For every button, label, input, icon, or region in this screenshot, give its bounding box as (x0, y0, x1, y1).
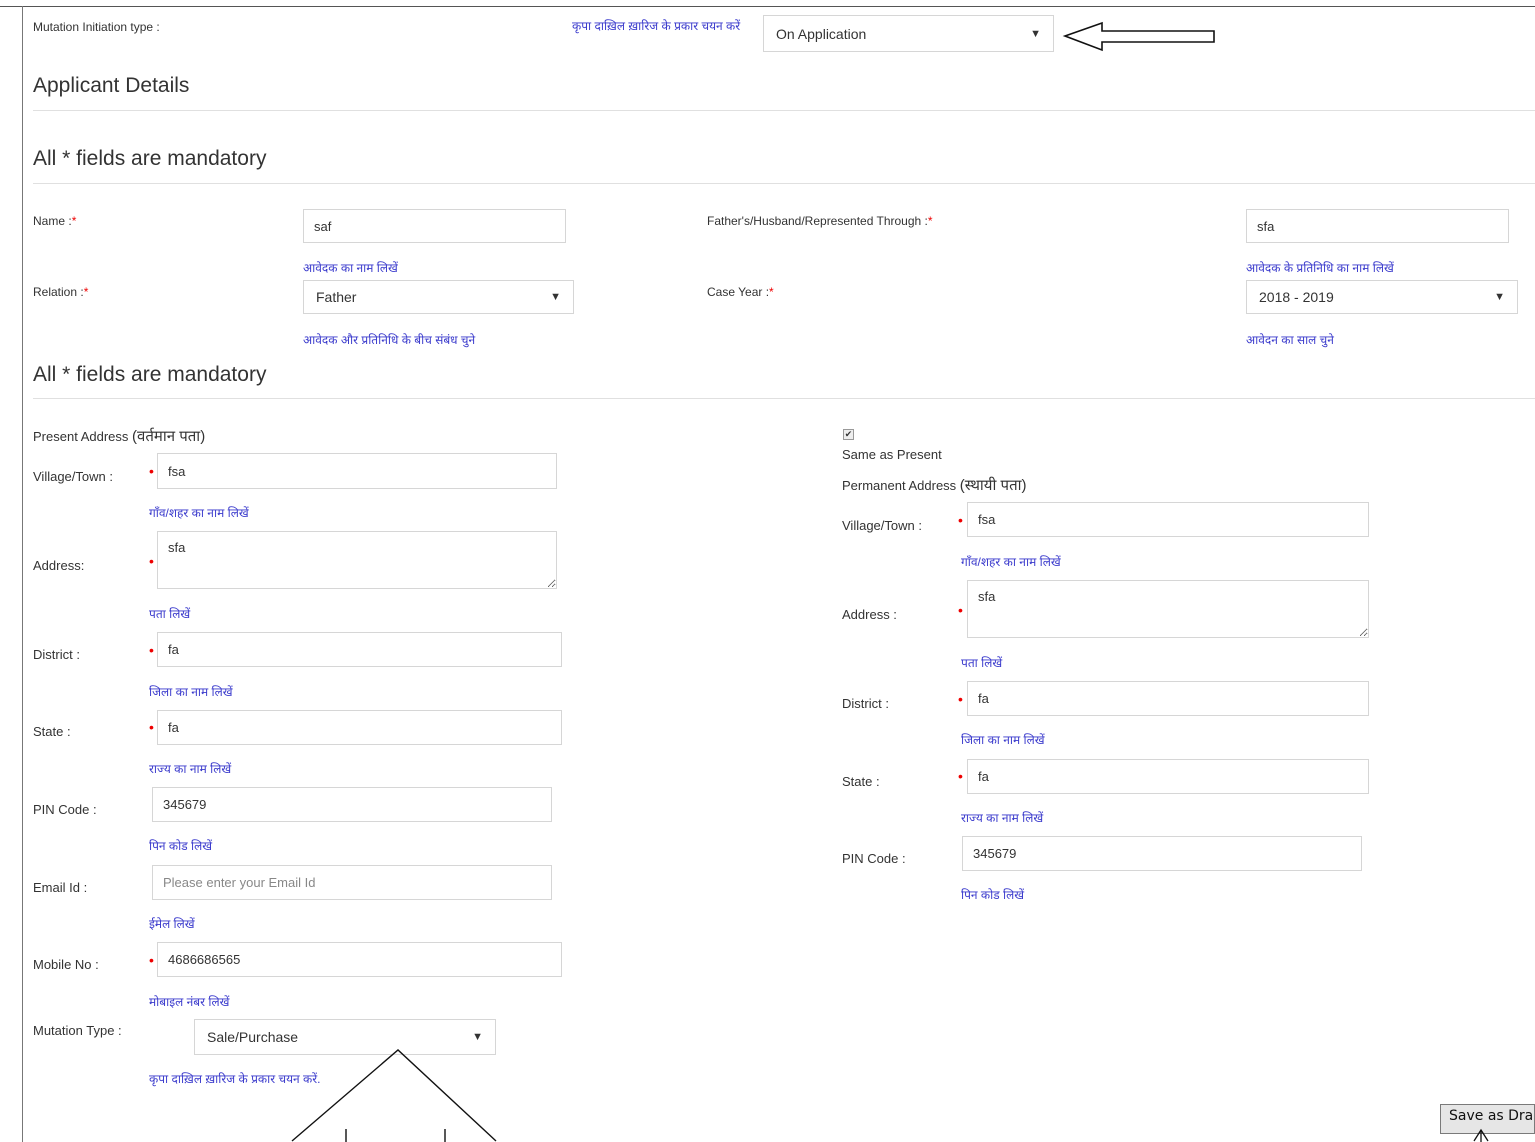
chevron-down-icon: ▼ (1030, 27, 1041, 40)
mutation-type-value: Sale/Purchase (207, 1029, 299, 1045)
required-dot: • (958, 602, 963, 618)
mandatory-note-2: All * fields are mandatory (33, 363, 267, 386)
required-dot: • (958, 512, 963, 528)
permanent-village-input[interactable] (967, 502, 1369, 537)
required-dot: • (149, 642, 154, 658)
permanent-address-hint: पता लिखें (961, 656, 1003, 670)
permanent-pin-hint: पिन कोड लिखें (961, 888, 1025, 902)
present-village-hint: गाँव/शहर का नाम लिखें (149, 506, 249, 520)
permanent-village-hint: गाँव/शहर का नाम लिखें (961, 555, 1061, 569)
relation-value: Father (316, 289, 357, 305)
present-address-textarea[interactable]: sfa (157, 531, 557, 589)
father-input[interactable] (1246, 209, 1509, 243)
permanent-pin-label: PIN Code : (842, 851, 906, 866)
present-address-heading: Present Address (वर्तमान पता) (33, 428, 206, 445)
same-as-present-label: Same as Present (842, 447, 942, 462)
email-input[interactable] (152, 865, 552, 900)
same-as-present-checkbox[interactable]: ✔ (843, 429, 854, 440)
chevron-down-icon: ▼ (1494, 291, 1505, 303)
required-dot: • (149, 463, 154, 479)
permanent-state-hint: राज्य का नाम लिखें (961, 811, 1044, 825)
mobile-input[interactable] (157, 942, 562, 977)
present-state-input[interactable] (157, 710, 562, 745)
divider (33, 183, 1535, 184)
divider (33, 398, 1535, 399)
permanent-village-label: Village/Town : (842, 518, 922, 533)
email-label: Email Id : (33, 880, 88, 895)
present-address-label: Address: (33, 558, 85, 573)
case-year-label: Case Year :* (707, 285, 774, 299)
relation-label: Relation :* (33, 285, 89, 299)
present-state-label: State : (33, 724, 71, 739)
required-dot: • (149, 952, 154, 968)
email-hint: ईमेल लिखें (149, 917, 195, 931)
name-hint: आवेदक का नाम लिखें (303, 261, 398, 275)
chevron-down-icon: ▼ (550, 291, 561, 303)
permanent-district-hint: जिला का नाम लिखें (961, 733, 1045, 747)
mutation-initiation-select[interactable]: On Application ▼ (763, 15, 1054, 52)
up-arrow-annotation (291, 1049, 497, 1142)
permanent-address-label: Address : (842, 607, 897, 622)
permanent-pin-input[interactable] (962, 836, 1362, 871)
mutation-initiation-hint: कृपा दाख़िल ख़ारिज के प्रकार चयन करें (572, 19, 741, 33)
relation-select[interactable]: Father ▼ (303, 280, 574, 314)
case-year-hint: आवेदन का साल चुने (1246, 333, 1334, 347)
present-state-hint: राज्य का नाम लिखें (149, 762, 232, 776)
required-dot: • (958, 691, 963, 707)
mutation-type-label: Mutation Type : (33, 1023, 122, 1038)
present-pin-input[interactable] (152, 787, 552, 822)
top-border (0, 6, 1535, 7)
required-dot: • (958, 768, 963, 784)
chevron-down-icon: ▼ (472, 1031, 483, 1043)
divider (33, 110, 1535, 111)
applicant-details-heading: Applicant Details (33, 74, 190, 97)
relation-hint: आवेदक और प्रतिनिधि के बीच संबंध चुने (303, 333, 476, 347)
mobile-label: Mobile No : (33, 957, 99, 972)
present-address-hint: पता लिखें (149, 607, 191, 621)
present-village-label: Village/Town : (33, 469, 113, 484)
name-label: Name :* (33, 214, 77, 228)
mandatory-note: All * fields are mandatory (33, 147, 267, 170)
permanent-district-input[interactable] (967, 681, 1369, 716)
present-pin-label: PIN Code : (33, 802, 97, 817)
mutation-initiation-value: On Application (776, 25, 867, 42)
left-arrow-annotation (1062, 21, 1215, 52)
permanent-address-textarea[interactable]: sfa (967, 580, 1369, 638)
permanent-state-input[interactable] (967, 759, 1369, 794)
father-hint: आवेदक के प्रतिनिधि का नाम लिखें (1246, 261, 1394, 275)
up-arrow-annotation (1473, 1128, 1489, 1142)
left-border (22, 6, 23, 1142)
mutation-initiation-label: Mutation Initiation type : (33, 20, 160, 34)
permanent-address-heading: Permanent Address (स्थायी पता) (842, 477, 1027, 494)
present-district-input[interactable] (157, 632, 562, 667)
present-district-label: District : (33, 647, 80, 662)
permanent-district-label: District : (842, 696, 889, 711)
permanent-state-label: State : (842, 774, 880, 789)
present-village-input[interactable] (157, 453, 557, 489)
mobile-hint: मोबाइल नंबर लिखें (149, 995, 230, 1009)
present-pin-hint: पिन कोड लिखें (149, 839, 213, 853)
father-label: Father's/Husband/Represented Through :* (707, 214, 933, 228)
required-dot: • (149, 719, 154, 735)
present-district-hint: जिला का नाम लिखें (149, 685, 233, 699)
required-dot: • (149, 553, 154, 569)
name-input[interactable] (303, 209, 566, 243)
case-year-select[interactable]: 2018 - 2019 ▼ (1246, 280, 1518, 314)
case-year-value: 2018 - 2019 (1259, 289, 1334, 305)
